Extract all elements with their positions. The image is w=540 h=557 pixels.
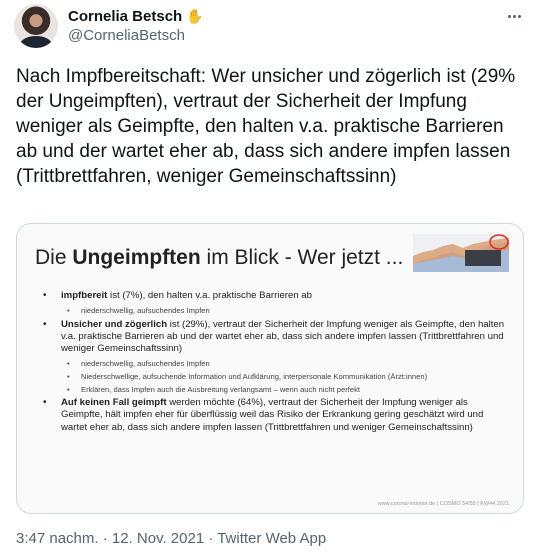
author-display-name[interactable]: Cornelia Betsch [68,8,182,25]
slide-title: Die Ungeimpften im Blick - Wer jetzt ... [35,246,404,269]
slide-sub-bullet: niederschwellig, aufsuchendes Impfen [39,306,509,316]
tweet-text: Nach Impfbereitschaft: Wer unsicher und … [16,66,516,187]
slide-thumbnail-chart [413,234,509,272]
slide-sub-bullet: Niederschwellige, aufsuchende Informatio… [39,372,509,382]
slide-footer: www.corona-monitor.de | COSMO 54/55 | KW… [377,501,509,507]
more-options-icon[interactable] [504,6,524,26]
slide-bullet-3: Auf keinen Fall geimpft werden möchte (6… [39,397,509,434]
author-handle[interactable]: @CorneliaBetsch [68,27,185,44]
tweet-timestamp[interactable]: 3:47 nachm. · 12. Nov. 2021 · Twitter We… [16,530,326,547]
slide-bullet-list: impfbereit ist (7%), den halten v.a. pra… [39,290,509,438]
author-avatar[interactable] [14,4,58,48]
slide-sub-bullet: niederschwellig, aufsuchendes Impfen [39,359,509,369]
slide-bullet-2: Unsicher und zögerlich ist (29%), vertra… [39,319,509,356]
slide-bullet-1: impfbereit ist (7%), den halten v.a. pra… [39,290,509,302]
waving-hand-icon: ✋ [186,8,204,24]
tweet-media-slide[interactable]: Die Ungeimpften im Blick - Wer jetzt ...… [16,223,524,514]
author-name-row: Cornelia Betsch ✋ [68,8,204,25]
slide-sub-bullet: Erklären, dass Impfen auch die Ausbreitu… [39,385,509,395]
